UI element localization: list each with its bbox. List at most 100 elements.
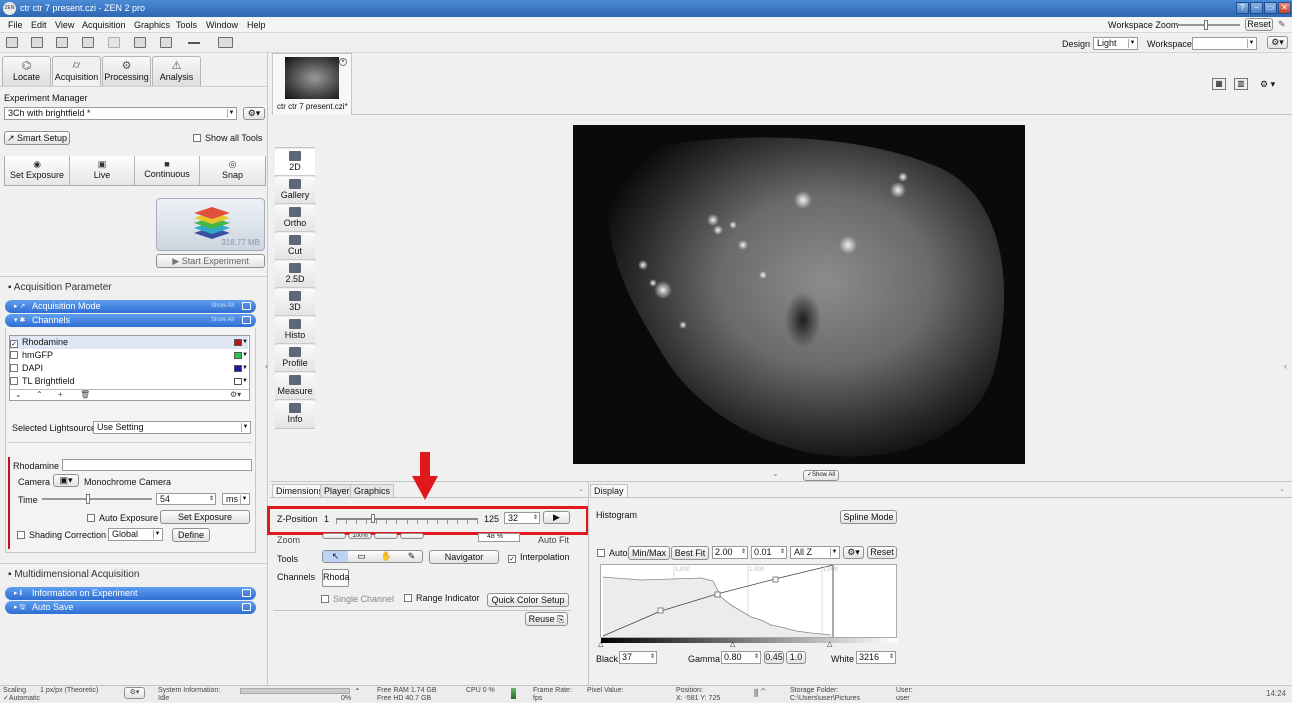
chevron-down-icon[interactable]: ⌄ xyxy=(772,469,779,478)
tab-cut[interactable]: Cut xyxy=(275,233,315,260)
tab-graphics[interactable]: Graphics xyxy=(350,484,395,497)
camera-icon[interactable] xyxy=(218,37,233,48)
gamma-stepper-2[interactable]: 0.01 ⇕ xyxy=(751,546,787,559)
exposure-time-input[interactable]: 54 ⇕ xyxy=(156,493,216,505)
checkbox-icon[interactable] xyxy=(10,351,18,359)
design-select[interactable]: Light ▼ xyxy=(1093,37,1138,50)
pin-icon[interactable]: ✎ xyxy=(1278,19,1286,30)
move-up-icon[interactable]: ⌃ xyxy=(36,390,43,400)
channels-bar[interactable]: ▾ ✱ Channels Show All xyxy=(5,314,256,327)
help-button[interactable]: ? xyxy=(1236,2,1249,14)
minmax-button[interactable]: Min/Max xyxy=(628,546,670,560)
spinner-icon[interactable]: ⇕ xyxy=(754,652,759,663)
zoom-in-button[interactable] xyxy=(374,533,398,539)
gamma-045-button[interactable]: 0.45 xyxy=(764,651,784,664)
display-reset-button[interactable]: Reset xyxy=(867,546,897,559)
scaling-options-button[interactable]: ⚙▾ xyxy=(124,687,145,699)
checkbox-icon[interactable] xyxy=(10,377,18,385)
exposure-time-slider[interactable] xyxy=(42,494,152,504)
channel-row-hmgfp[interactable]: hmGFP ▼ xyxy=(10,349,248,362)
white-handle-icon[interactable]: △ xyxy=(827,640,832,648)
gamma-10-button[interactable]: 1.0 xyxy=(786,651,806,664)
workspace-select[interactable]: ▼ xyxy=(1192,37,1257,50)
tab-player[interactable]: Player xyxy=(320,484,354,497)
maximize-button[interactable]: ▭ xyxy=(1264,2,1277,14)
tab-ortho[interactable]: Ortho xyxy=(275,205,315,232)
draw-icon[interactable]: ✎ xyxy=(399,551,424,562)
popout-icon[interactable] xyxy=(242,603,251,611)
gamma-input[interactable]: 0.80 ⇕ xyxy=(721,651,761,664)
tab-measure[interactable]: Measure xyxy=(275,373,315,400)
show-all-toggle[interactable]: Show All xyxy=(211,300,234,313)
menu-acquisition[interactable]: Acquisition xyxy=(82,20,126,30)
tab-display[interactable]: Display xyxy=(590,484,628,497)
collapse-right-icon[interactable]: ‹ xyxy=(1284,361,1287,371)
delete-channel-icon[interactable]: 🗑 xyxy=(80,390,90,400)
z-range-select[interactable]: All Z ▼ xyxy=(790,546,840,559)
spinner-icon[interactable]: ⇕ xyxy=(650,652,655,663)
spinner-icon[interactable]: ⇕ xyxy=(780,547,785,558)
tab-profile[interactable]: Profile xyxy=(275,345,315,372)
collapse-left-icon[interactable]: ‹ xyxy=(265,361,268,371)
tab-gallery[interactable]: Gallery xyxy=(275,177,315,204)
channel-color-swatch[interactable] xyxy=(234,352,242,359)
channel-color-swatch[interactable] xyxy=(234,365,242,372)
zoom-100-button[interactable]: 100% xyxy=(348,533,372,539)
gamma-handle-icon[interactable]: △ xyxy=(730,640,735,648)
camera-select-button[interactable]: ▣▾ xyxy=(53,474,79,487)
split-layout-icon[interactable]: ▥ xyxy=(1234,78,1248,90)
popout-icon[interactable] xyxy=(242,589,251,597)
quick-color-setup-button[interactable]: Quick Color Setup xyxy=(487,593,569,607)
define-button[interactable]: Define xyxy=(172,528,210,542)
menu-view[interactable]: View xyxy=(55,20,74,30)
popout-icon[interactable] xyxy=(242,302,251,310)
tab-2-5d[interactable]: 2.5D xyxy=(275,261,315,288)
black-handle-icon[interactable]: △ xyxy=(598,640,603,648)
smart-setup-button[interactable]: ↗ Smart Setup xyxy=(4,131,70,145)
reuse-button[interactable]: Reuse ⎘ xyxy=(525,612,568,626)
tab-dimensions[interactable]: Dimensions xyxy=(272,484,328,497)
channel-row-tl-brightfield[interactable]: TL Brightfield ▼ xyxy=(10,375,248,388)
checkbox-icon[interactable]: ✓ xyxy=(10,340,18,348)
close-button[interactable]: ✕ xyxy=(1278,2,1291,14)
workspace-zoom-slider[interactable] xyxy=(1176,20,1240,30)
spinner-icon[interactable]: ⇕ xyxy=(889,652,894,663)
settings-gear-button[interactable]: ⚙▾ xyxy=(1267,36,1288,49)
microscopy-image[interactable] xyxy=(573,125,1025,464)
zoom-input[interactable]: 48 % xyxy=(478,533,520,542)
acquisition-parameter-header[interactable]: ▪ Acquisition Parameter xyxy=(8,282,112,293)
close-icon[interactable]: × xyxy=(339,58,347,66)
popout-icon[interactable] xyxy=(242,316,251,324)
information-on-experiment-bar[interactable]: ▸ ℹ Information on Experiment xyxy=(5,587,256,600)
white-input[interactable]: 3216 ⇕ xyxy=(856,651,896,664)
close-doc-icon[interactable] xyxy=(108,37,120,48)
range-indicator-checkbox[interactable]: Range Indicator xyxy=(404,593,480,603)
snap-button[interactable]: ◎ Snap xyxy=(200,156,265,185)
spline-mode-button[interactable]: Spline Mode xyxy=(840,510,897,524)
channel-chip-rhodamine[interactable]: Rhoda xyxy=(322,569,350,587)
auto-save-bar[interactable]: ▸ 🖫 Auto Save xyxy=(5,601,256,614)
export-icon[interactable] xyxy=(134,37,146,48)
show-all-toggle[interactable]: ✓Show All xyxy=(803,470,839,481)
chevron-down-icon[interactable]: ▼ xyxy=(242,362,248,375)
open-icon[interactable] xyxy=(31,37,43,48)
view-options-icon[interactable]: ⚙ ▾ xyxy=(1260,79,1275,90)
set-exposure-small-button[interactable]: Set Exposure xyxy=(160,510,250,524)
channel-color-swatch[interactable] xyxy=(234,378,242,385)
checkbox-icon[interactable] xyxy=(10,364,18,372)
continuous-button[interactable]: ■ Continuous xyxy=(135,156,200,185)
spinner-icon[interactable]: ⇕ xyxy=(741,547,746,558)
tab-info[interactable]: Info xyxy=(275,401,315,428)
move-down-icon[interactable]: ⌄ xyxy=(15,390,22,400)
shading-select[interactable]: Global ▼ xyxy=(108,528,163,541)
minimize-button[interactable]: – xyxy=(1250,2,1263,14)
display-options-button[interactable]: ⚙▾ xyxy=(843,546,864,559)
gamma-stepper-1[interactable]: 2.00 ⇕ xyxy=(712,546,748,559)
zoom-slider-thumb[interactable] xyxy=(1204,20,1208,30)
pointer-icon[interactable]: ↖ xyxy=(323,551,348,562)
interpolation-checkbox[interactable]: ✓ Interpolation xyxy=(508,552,570,563)
histogram-chart[interactable]: 1,000 1,000 1,000 xyxy=(600,564,897,638)
auto-checkbox[interactable]: Auto xyxy=(597,548,628,558)
navigator-button[interactable]: Navigator xyxy=(429,550,499,564)
zoom-out-button[interactable] xyxy=(400,533,424,539)
